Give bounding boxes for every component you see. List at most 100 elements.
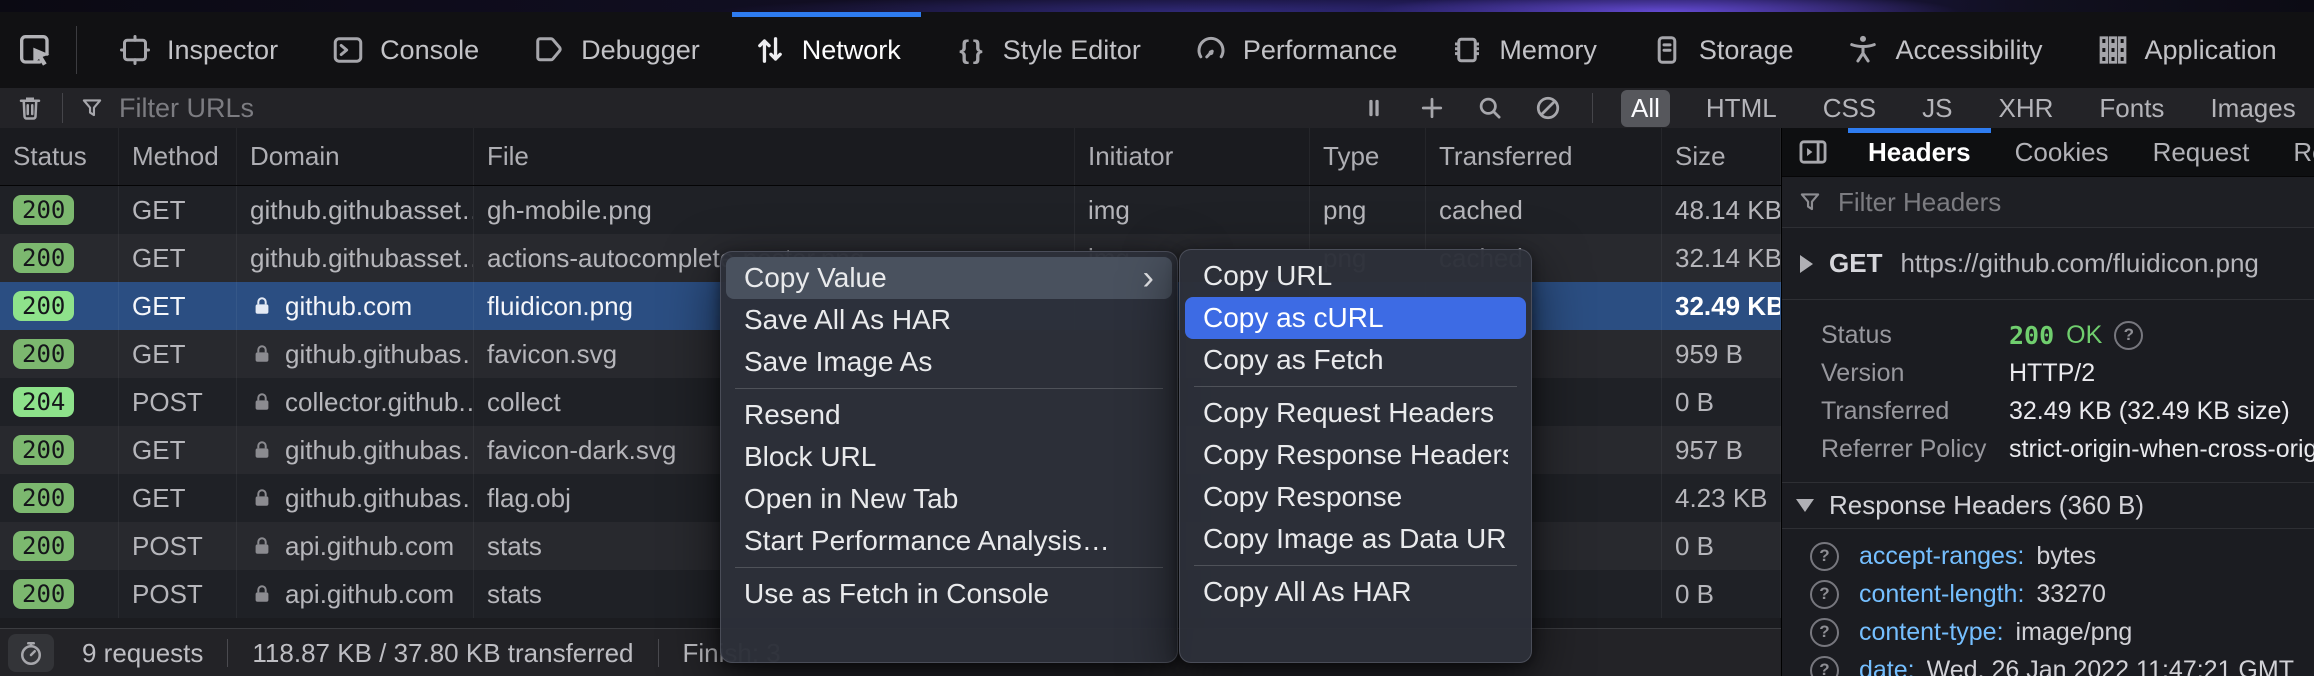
type-filter-js[interactable]: JS: [1912, 90, 1962, 127]
status-badge: 200: [13, 483, 74, 513]
menu-item-save-all-as-har[interactable]: Save All As HAR: [726, 299, 1172, 341]
domain-cell: github.githubas…: [237, 474, 474, 522]
menu-item-copy-as-fetch[interactable]: Copy as Fetch: [1185, 339, 1526, 381]
domain-text: github.com: [285, 291, 412, 322]
method-cell: POST: [119, 522, 237, 570]
trash-icon: [15, 93, 45, 123]
type-filter-xhr[interactable]: XHR: [1989, 90, 2064, 127]
help-icon[interactable]: ?: [1810, 580, 1839, 609]
new-request-button[interactable]: [1416, 92, 1448, 124]
collapse-section-icon[interactable]: [1796, 499, 1814, 512]
statusbar-separator: [227, 639, 228, 667]
summary-label: Referrer Policy: [1821, 435, 2009, 464]
details-tab-request[interactable]: Request: [2131, 128, 2272, 176]
expand-request-icon[interactable]: [1800, 255, 1813, 273]
type-cell: png: [1310, 186, 1426, 234]
menu-item-copy-all-as-har[interactable]: Copy All As HAR: [1185, 571, 1526, 613]
tab-performance[interactable]: Performance: [1167, 12, 1424, 88]
menu-item-copy-request-headers[interactable]: Copy Request Headers: [1185, 392, 1526, 434]
tab-debugger[interactable]: Debugger: [505, 12, 726, 88]
search-button[interactable]: [1474, 92, 1506, 124]
column-header-type[interactable]: Type: [1310, 128, 1426, 185]
request-row[interactable]: 200GETgithub.githubasset…gh-mobile.pngim…: [0, 186, 1781, 234]
request-summary: Status200OK?VersionHTTP/2Transferred32.4…: [1782, 300, 2314, 476]
response-header-row: ?content-type:image/png: [1782, 613, 2314, 651]
tab-application[interactable]: Application: [2069, 12, 2303, 88]
method-cell: POST: [119, 378, 237, 426]
column-header-method[interactable]: Method: [119, 128, 237, 185]
column-header-status[interactable]: Status: [0, 128, 119, 185]
menu-item-open-in-new-tab[interactable]: Open in New Tab: [726, 478, 1172, 520]
application-icon: [2095, 32, 2131, 68]
menu-item-save-image-as[interactable]: Save Image As: [726, 341, 1172, 383]
menu-item-copy-response[interactable]: Copy Response: [1185, 476, 1526, 518]
type-filter-html[interactable]: HTML: [1696, 90, 1787, 127]
method-cell: GET: [119, 282, 237, 330]
size-cell: 957 B: [1662, 426, 1781, 474]
menu-item-copy-image-as-data-uri[interactable]: Copy Image as Data URI: [1185, 518, 1526, 560]
menu-item-copy-url[interactable]: Copy URL: [1185, 255, 1526, 297]
domain-text: api.github.com: [285, 579, 454, 610]
tab-storage[interactable]: Storage: [1623, 12, 1820, 88]
filter-headers-input[interactable]: Filter Headers: [1782, 177, 2314, 228]
performance-analysis-button[interactable]: [8, 634, 54, 672]
tab-inspector[interactable]: Inspector: [91, 12, 304, 88]
size-cell: 959 B: [1662, 330, 1781, 378]
type-filter-all[interactable]: All: [1621, 90, 1670, 127]
menu-item-start-performance-analysis-[interactable]: Start Performance Analysis…: [726, 520, 1172, 562]
request-url-row[interactable]: GET https://github.com/fluidicon.png: [1782, 228, 2314, 300]
tab-console[interactable]: Console: [304, 12, 505, 88]
menu-item-block-url[interactable]: Block URL: [726, 436, 1172, 478]
pick-element-button[interactable]: [8, 23, 62, 77]
header-value: bytes: [2036, 542, 2096, 571]
type-filter-fonts[interactable]: Fonts: [2089, 90, 2174, 127]
status-text: OK: [2066, 321, 2102, 350]
help-icon[interactable]: ?: [1810, 618, 1839, 647]
details-tab-response[interactable]: Response: [2271, 128, 2314, 176]
svg-text:{: {: [959, 36, 969, 64]
menu-item-label: Copy as Fetch: [1203, 339, 1508, 381]
performance-icon: [1193, 32, 1229, 68]
tab-memory[interactable]: Memory: [1423, 12, 1623, 88]
tab-label: Inspector: [167, 35, 278, 66]
menu-item-use-as-fetch-in-console[interactable]: Use as Fetch in Console: [726, 573, 1172, 615]
split-panel-toggle-button[interactable]: [1796, 135, 1830, 169]
tab-label: Console: [380, 35, 479, 66]
menu-item-copy-response-headers[interactable]: Copy Response Headers: [1185, 434, 1526, 476]
lock-icon: [250, 485, 274, 511]
details-tab-cookies[interactable]: Cookies: [1993, 128, 2131, 176]
details-tab-headers[interactable]: Headers: [1846, 128, 1993, 176]
header-value: Wed, 26 Jan 2022 11:47:21 GMT: [1927, 656, 2294, 676]
response-headers-title: Response Headers (360 B): [1829, 490, 2144, 521]
summary-row: Status200OK?: [1782, 316, 2314, 354]
column-header-size[interactable]: Size: [1662, 128, 1781, 185]
status-badge: 200: [13, 579, 74, 609]
tab-accessibility[interactable]: Accessibility: [1819, 12, 2068, 88]
request-details-panel: HeadersCookiesRequestResponse Filter Hea…: [1781, 128, 2314, 676]
menu-item-copy-as-curl[interactable]: Copy as cURL: [1185, 297, 1526, 339]
status-cell: 200: [0, 330, 119, 378]
response-header-row: ?date:Wed, 26 Jan 2022 11:47:21 GMT: [1782, 651, 2314, 676]
menu-item-copy-value[interactable]: Copy Value›: [726, 257, 1172, 299]
column-header-file[interactable]: File: [474, 128, 1075, 185]
help-icon[interactable]: ?: [1810, 656, 1839, 676]
clear-requests-button[interactable]: [14, 92, 46, 124]
column-header-initiator[interactable]: Initiator: [1075, 128, 1310, 185]
tab-style-editor[interactable]: {}Style Editor: [927, 12, 1167, 88]
response-headers-section-header[interactable]: Response Headers (360 B): [1782, 482, 2314, 529]
column-header-domain[interactable]: Domain: [237, 128, 474, 185]
pause-recording-button[interactable]: [1358, 92, 1390, 124]
type-filter-css[interactable]: CSS: [1813, 90, 1886, 127]
type-filter-images[interactable]: Images: [2200, 90, 2305, 127]
header-name: content-length:: [1859, 580, 2024, 609]
menu-item-resend[interactable]: Resend: [726, 394, 1172, 436]
lock-icon: [250, 389, 274, 415]
accessibility-icon: [1845, 32, 1881, 68]
help-icon[interactable]: ?: [2114, 321, 2143, 350]
tab-network[interactable]: Network: [726, 12, 927, 88]
block-requests-button[interactable]: [1532, 92, 1564, 124]
domain-text: github.githubas…: [285, 435, 474, 466]
column-header-transferred[interactable]: Transferred: [1426, 128, 1662, 185]
help-icon[interactable]: ?: [1810, 542, 1839, 571]
tab-label: Performance: [1243, 35, 1398, 66]
